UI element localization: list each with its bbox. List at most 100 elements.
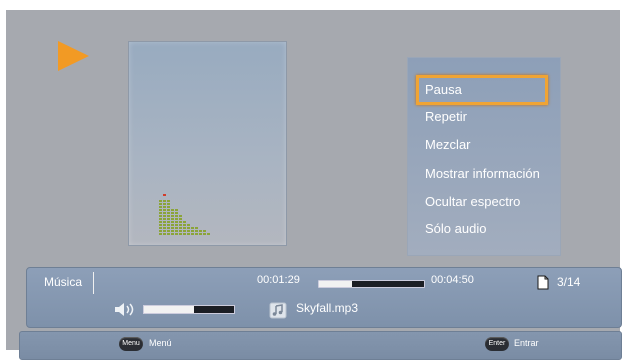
spectrum-cell (195, 233, 198, 235)
spectrum-cell (163, 203, 166, 205)
spectrum-cell (159, 212, 162, 214)
spectrum-cell (171, 221, 174, 223)
spectrum-cell (163, 215, 166, 217)
spectrum-cell (171, 227, 174, 229)
volume-slider[interactable] (143, 305, 235, 314)
progress-fill (319, 281, 352, 287)
spectrum-cell (167, 221, 170, 223)
spectrum-cell (179, 218, 182, 220)
spectrum-cell (191, 227, 194, 229)
spectrum-cell (179, 233, 182, 235)
section-label: Música (44, 275, 83, 289)
spectrum-cell (167, 206, 170, 208)
spectrum-cell (167, 227, 170, 229)
spectrum-cell (175, 212, 178, 214)
spectrum-cell (179, 227, 182, 229)
spectrum-cell (187, 224, 190, 226)
spectrum-cell (159, 227, 162, 229)
spectrum-cell (167, 209, 170, 211)
spectrum-cell (183, 233, 186, 235)
menu-item-shuffle[interactable]: Mezclar (416, 130, 548, 160)
spectrum-cell (167, 215, 170, 217)
spectrum-column (199, 230, 202, 235)
spectrum-cell (179, 230, 182, 232)
progress-bar[interactable] (318, 280, 425, 288)
spectrum-cell (179, 215, 182, 217)
spectrum-cell (183, 230, 186, 232)
spectrum-cell (171, 230, 174, 232)
spectrum-cell (171, 218, 174, 220)
spectrum-cell (199, 230, 202, 232)
enter-key-button[interactable]: Enter (485, 337, 509, 351)
spectrum-column (171, 209, 174, 235)
total-time: 00:04:50 (431, 274, 474, 286)
spectrum-column (207, 233, 210, 235)
spectrum-cell (179, 221, 182, 223)
spectrum-cell (167, 218, 170, 220)
spectrum-cell (187, 233, 190, 235)
spectrum-cell (191, 233, 194, 235)
menu-key-label: Menú (149, 338, 172, 348)
spectrum-cell (159, 206, 162, 208)
spectrum-cell (207, 233, 210, 235)
spectrum-cell (163, 224, 166, 226)
spectrum-cell (159, 215, 162, 217)
menu-key-button[interactable]: Menu (119, 337, 143, 351)
speaker-icon[interactable] (113, 302, 139, 317)
key-hint-bar: Menu Menú Enter Entrar (19, 331, 622, 360)
spectrum-cell (167, 212, 170, 214)
spectrum-cell (195, 227, 198, 229)
spectrum-column (183, 221, 186, 235)
spectrum-column (167, 200, 170, 235)
spectrum-cell (163, 206, 166, 208)
spectrum-cell (159, 224, 162, 226)
spectrum-column (159, 200, 162, 235)
menu-item-show-info[interactable]: Mostrar información (416, 159, 548, 189)
spectrum-cell (159, 218, 162, 220)
spectrum-cell (179, 224, 182, 226)
menu-item-hide-spectrum[interactable]: Ocultar espectro (416, 187, 548, 217)
spectrum-cell (163, 230, 166, 232)
spectrum-cell (203, 233, 206, 235)
spectrum-cell (163, 212, 166, 214)
spectrum-cell (167, 203, 170, 205)
menu-item-repeat[interactable]: Repetir (416, 102, 548, 132)
spectrum-column (163, 194, 166, 235)
spectrum-bars (159, 194, 210, 235)
playback-info-bar: Música 00:01:29 00:04:50 3/14 Skyfall.mp… (26, 267, 622, 328)
spectrum-cell (175, 224, 178, 226)
enter-key-label: Entrar (514, 338, 539, 348)
menu-item-pause[interactable]: Pausa (416, 75, 548, 105)
spectrum-cell (171, 209, 174, 211)
audio-spectrum (128, 41, 287, 246)
spectrum-cell (163, 218, 166, 220)
spectrum-cell (163, 221, 166, 223)
spectrum-cell (159, 233, 162, 235)
spectrum-cell (175, 215, 178, 217)
spectrum-cell (167, 200, 170, 202)
file-icon (537, 275, 549, 290)
spectrum-column (191, 227, 194, 235)
spectrum-cell (183, 227, 186, 229)
spectrum-column (195, 227, 198, 235)
spectrum-cell (191, 230, 194, 232)
page-count: 3/14 (557, 275, 581, 289)
spectrum-cell (175, 209, 178, 211)
spectrum-cell (159, 221, 162, 223)
music-player-screen: Pausa Repetir Mezclar Mostrar informació… (6, 10, 622, 360)
options-menu: Pausa Repetir Mezclar Mostrar informació… (407, 57, 561, 256)
spectrum-column (175, 209, 178, 235)
spectrum-cell (159, 200, 162, 202)
spectrum-cell (175, 218, 178, 220)
menu-item-audio-only[interactable]: Sólo audio (416, 214, 548, 244)
spectrum-cell (163, 200, 166, 202)
spectrum-peak (163, 194, 166, 196)
spectrum-cell (171, 224, 174, 226)
volume-fill (144, 306, 194, 313)
spectrum-cell (171, 233, 174, 235)
spectrum-cell (159, 230, 162, 232)
spectrum-cell (159, 209, 162, 211)
spectrum-cell (183, 224, 186, 226)
spectrum-column (179, 215, 182, 235)
spectrum-cell (163, 233, 166, 235)
